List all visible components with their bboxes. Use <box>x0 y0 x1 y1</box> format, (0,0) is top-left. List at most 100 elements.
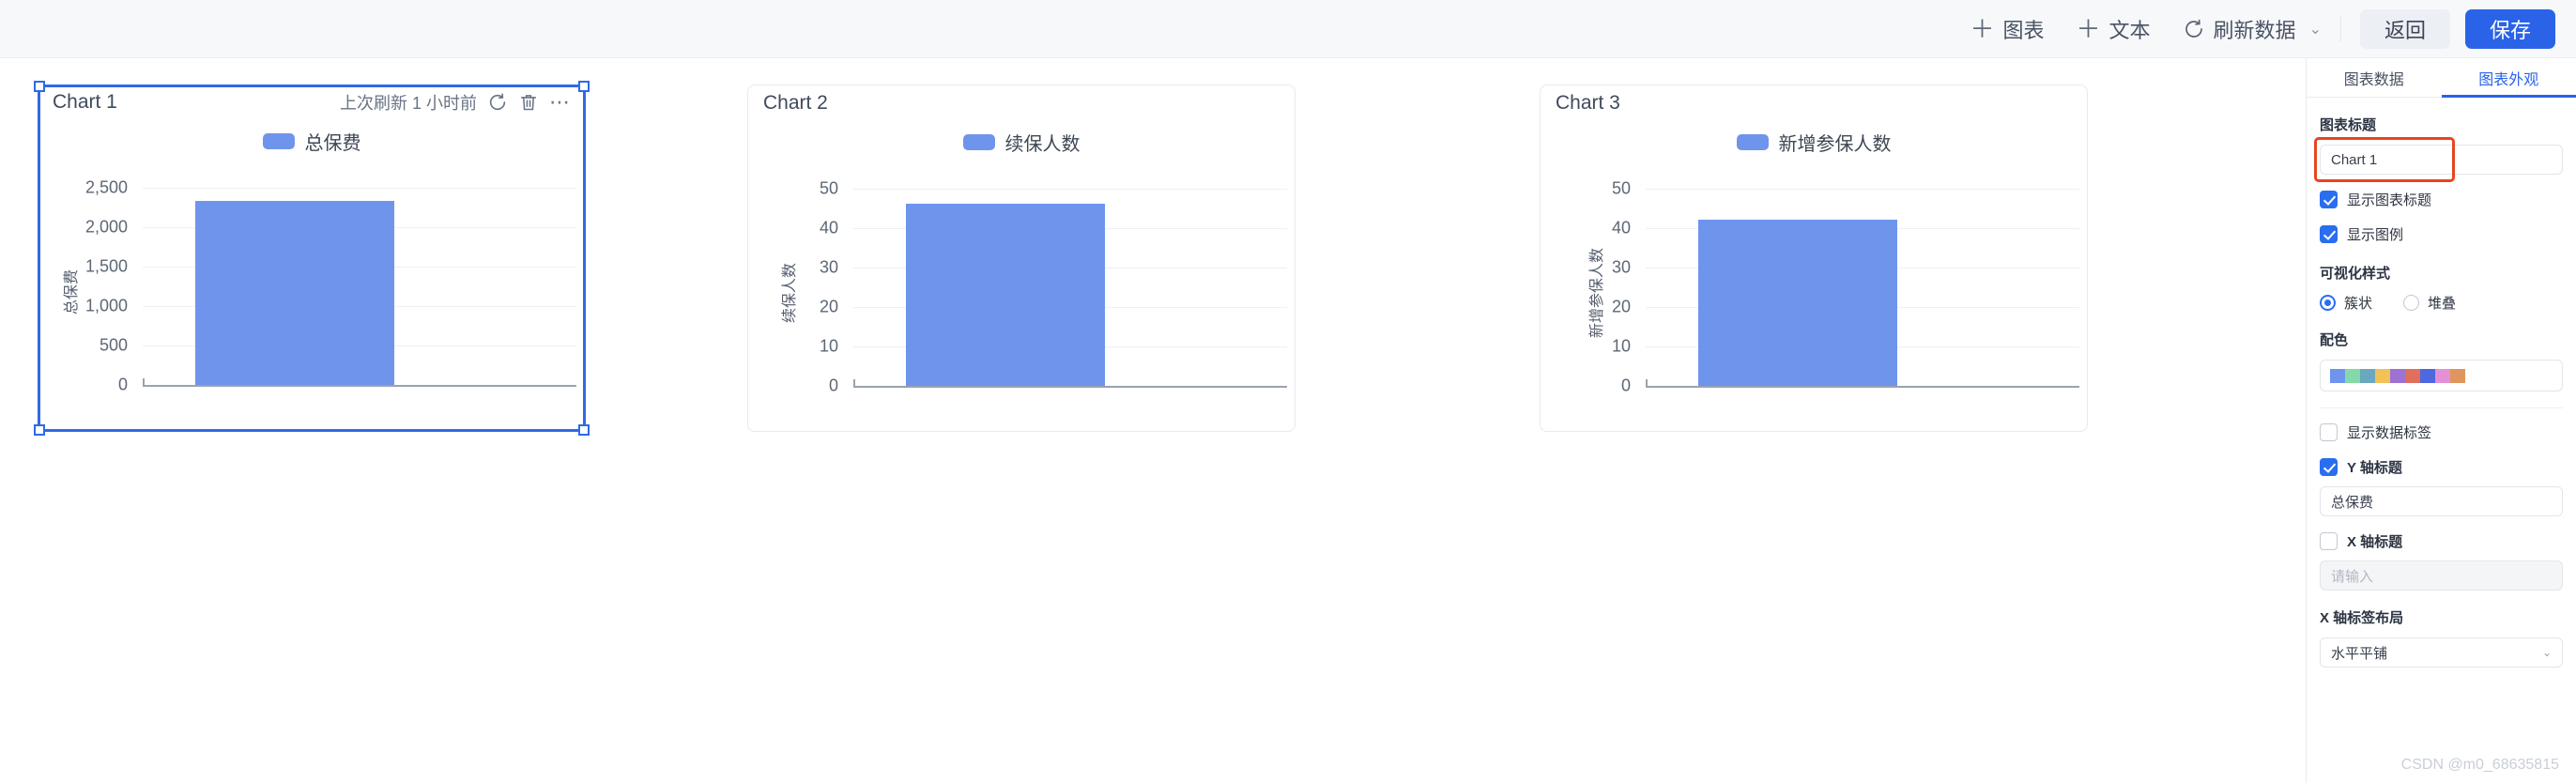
chart-plot-area: 新增参保人数 50 40 30 20 10 0 <box>1541 176 2089 410</box>
x-axis-title-field-wrap: 请输入 <box>2320 560 2563 591</box>
chart-legend: 续保人数 <box>748 129 1295 156</box>
palette-swatch <box>2375 368 2390 383</box>
y-axis-ticks: 50 40 30 20 10 0 <box>1569 176 1638 410</box>
last-refresh-text: 上次刷新 1 小时前 <box>339 94 477 113</box>
gridline <box>143 188 576 189</box>
y-axis-title-checkbox[interactable] <box>2320 458 2338 476</box>
y-tick: 2,000 <box>84 217 128 237</box>
tab-chart-data[interactable]: 图表数据 <box>2307 58 2442 97</box>
chart-title: Chart 2 <box>763 92 828 114</box>
y-tick: 20 <box>819 297 838 316</box>
show-legend-label: 显示图例 <box>2347 227 2404 243</box>
y-tick: 1,500 <box>84 256 128 276</box>
palette-swatch <box>2360 368 2375 383</box>
show-chart-title-label: 显示图表标题 <box>2347 192 2432 208</box>
palette-swatch <box>2390 368 2405 383</box>
palette-swatch <box>2345 368 2360 383</box>
chart-card-3[interactable]: Chart 3 新增参保人数 新增参保人数 50 40 30 20 10 0 <box>1540 84 2088 432</box>
refresh-dropdown-caret-icon[interactable]: ⌄ <box>2298 20 2333 38</box>
y-tick: 0 <box>1620 376 1631 395</box>
chart-legend: 总保费 <box>38 128 586 155</box>
x-axis-title-checkbox-row[interactable]: X 轴标题 <box>2320 531 2563 551</box>
show-chart-title-checkbox-row[interactable]: 显示图表标题 <box>2320 190 2563 209</box>
radio-stacked-label: 堆叠 <box>2428 296 2457 312</box>
y-tick: 1,000 <box>84 296 128 315</box>
y-axis-ticks: 2,500 2,000 1,500 1,000 500 0 <box>66 175 135 409</box>
chart-plot-area: 续保人数 50 40 30 20 10 0 <box>748 176 1296 410</box>
y-tick: 10 <box>819 336 838 356</box>
y-tick: 50 <box>1611 178 1631 198</box>
x-label-layout-select[interactable]: 水平平铺 ⌄ <box>2320 637 2563 668</box>
x-axis-title-checkbox[interactable] <box>2320 532 2338 550</box>
chart-plot-area: 总保费 2,500 2,000 1,500 1,000 500 0 <box>38 175 586 409</box>
chart-header: Chart 1 上次刷新 1 小时前 ⋯ <box>38 84 586 120</box>
chart-title-input[interactable]: Chart 1 <box>2320 145 2563 175</box>
y-tick: 20 <box>1611 297 1631 316</box>
show-legend-checkbox-row[interactable]: 显示图例 <box>2320 224 2563 244</box>
save-button[interactable]: 保存 <box>2464 8 2555 49</box>
panel-tabs: 图表数据 图表外观 <box>2307 58 2576 98</box>
refresh-data-label: 刷新数据 <box>2213 18 2296 42</box>
show-data-labels-checkbox[interactable] <box>2320 423 2338 441</box>
resize-handle-bottom-right[interactable] <box>578 424 590 436</box>
radio-cluster-label: 簇状 <box>2344 296 2373 312</box>
add-chart-button[interactable]: ＋ 图表 <box>1970 14 2044 44</box>
top-toolbar: ＋ 图表 ＋ 文本 刷新数据 ⌄ 返回 保存 <box>0 0 2576 58</box>
add-text-label: 文本 <box>2108 18 2151 42</box>
refresh-icon[interactable] <box>487 92 508 113</box>
y-tick: 500 <box>99 335 128 355</box>
chart-canvas[interactable]: Chart 1 上次刷新 1 小时前 ⋯ 总保费 总保费 2,500 2,000… <box>0 58 2306 783</box>
y-axis-title-input[interactable]: 总保费 <box>2320 486 2563 516</box>
back-button[interactable]: 返回 <box>2359 8 2450 49</box>
chart-title: Chart 1 <box>53 91 117 113</box>
delete-icon[interactable] <box>518 92 539 113</box>
y-tick: 30 <box>1611 257 1631 277</box>
x-axis-line <box>853 386 1287 388</box>
y-axis-title-field-wrap: 总保费 <box>2320 486 2563 516</box>
x-axis-line <box>143 385 576 387</box>
show-data-labels-label: 显示数据标签 <box>2347 425 2432 441</box>
x-axis-title-input[interactable]: 请输入 <box>2320 560 2563 591</box>
radio-cluster[interactable] <box>2320 295 2336 311</box>
chart-card-2[interactable]: Chart 2 续保人数 续保人数 50 40 30 20 10 0 <box>747 84 1296 432</box>
y-tick: 0 <box>117 375 128 394</box>
show-chart-title-checkbox[interactable] <box>2320 191 2338 208</box>
palette-swatch <box>2435 368 2450 383</box>
chart-title-section-label: 图表标题 <box>2320 117 2377 133</box>
chart-card-1[interactable]: Chart 1 上次刷新 1 小时前 ⋯ 总保费 总保费 2,500 2,000… <box>34 81 590 436</box>
radio-stacked[interactable] <box>2403 295 2420 311</box>
legend-swatch <box>962 134 995 150</box>
chart-header: Chart 3 <box>1541 85 2087 121</box>
tab-chart-appearance[interactable]: 图表外观 <box>2441 58 2576 98</box>
y-axis-title-checkbox-row[interactable]: Y 轴标题 <box>2320 457 2563 477</box>
axis-tick <box>1646 379 1648 388</box>
legend-label: 总保费 <box>304 133 361 154</box>
palette-selector[interactable] <box>2320 360 2563 392</box>
chevron-down-icon: ⌄ <box>2541 646 2552 659</box>
refresh-data-button[interactable]: 刷新数据 <box>2183 14 2296 44</box>
chart-header: Chart 2 <box>748 85 1295 121</box>
bar[interactable] <box>906 204 1105 386</box>
chart-title: Chart 3 <box>1556 92 1620 114</box>
y-tick: 40 <box>1611 218 1631 238</box>
bar[interactable] <box>195 201 394 385</box>
bar[interactable] <box>1698 220 1897 386</box>
gridline <box>853 189 1287 190</box>
palette-swatch <box>2450 368 2465 383</box>
plus-icon: ＋ <box>1970 14 1995 43</box>
panel-body: 图表标题 Chart 1 显示图表标题 显示图例 可视化样式 簇状 堆叠 配色 <box>2307 98 2576 668</box>
palette-swatch <box>2420 368 2435 383</box>
more-options-icon[interactable]: ⋯ <box>549 92 571 113</box>
y-axis-ticks: 50 40 30 20 10 0 <box>776 176 846 410</box>
x-label-layout-section-label: X 轴标签布局 <box>2320 610 2404 626</box>
show-data-labels-checkbox-row[interactable]: 显示数据标签 <box>2320 422 2563 442</box>
watermark: CSDN @m0_68635815 <box>2400 757 2559 773</box>
legend-label: 新增参保人数 <box>1778 134 1892 155</box>
add-text-button[interactable]: ＋ 文本 <box>2077 14 2151 44</box>
refresh-icon <box>2183 18 2205 40</box>
add-chart-label: 图表 <box>2002 18 2045 42</box>
palette-section-label: 配色 <box>2320 332 2349 348</box>
resize-handle-bottom-left[interactable] <box>34 424 45 436</box>
palette-swatch <box>2330 368 2345 383</box>
show-legend-checkbox[interactable] <box>2320 225 2338 243</box>
